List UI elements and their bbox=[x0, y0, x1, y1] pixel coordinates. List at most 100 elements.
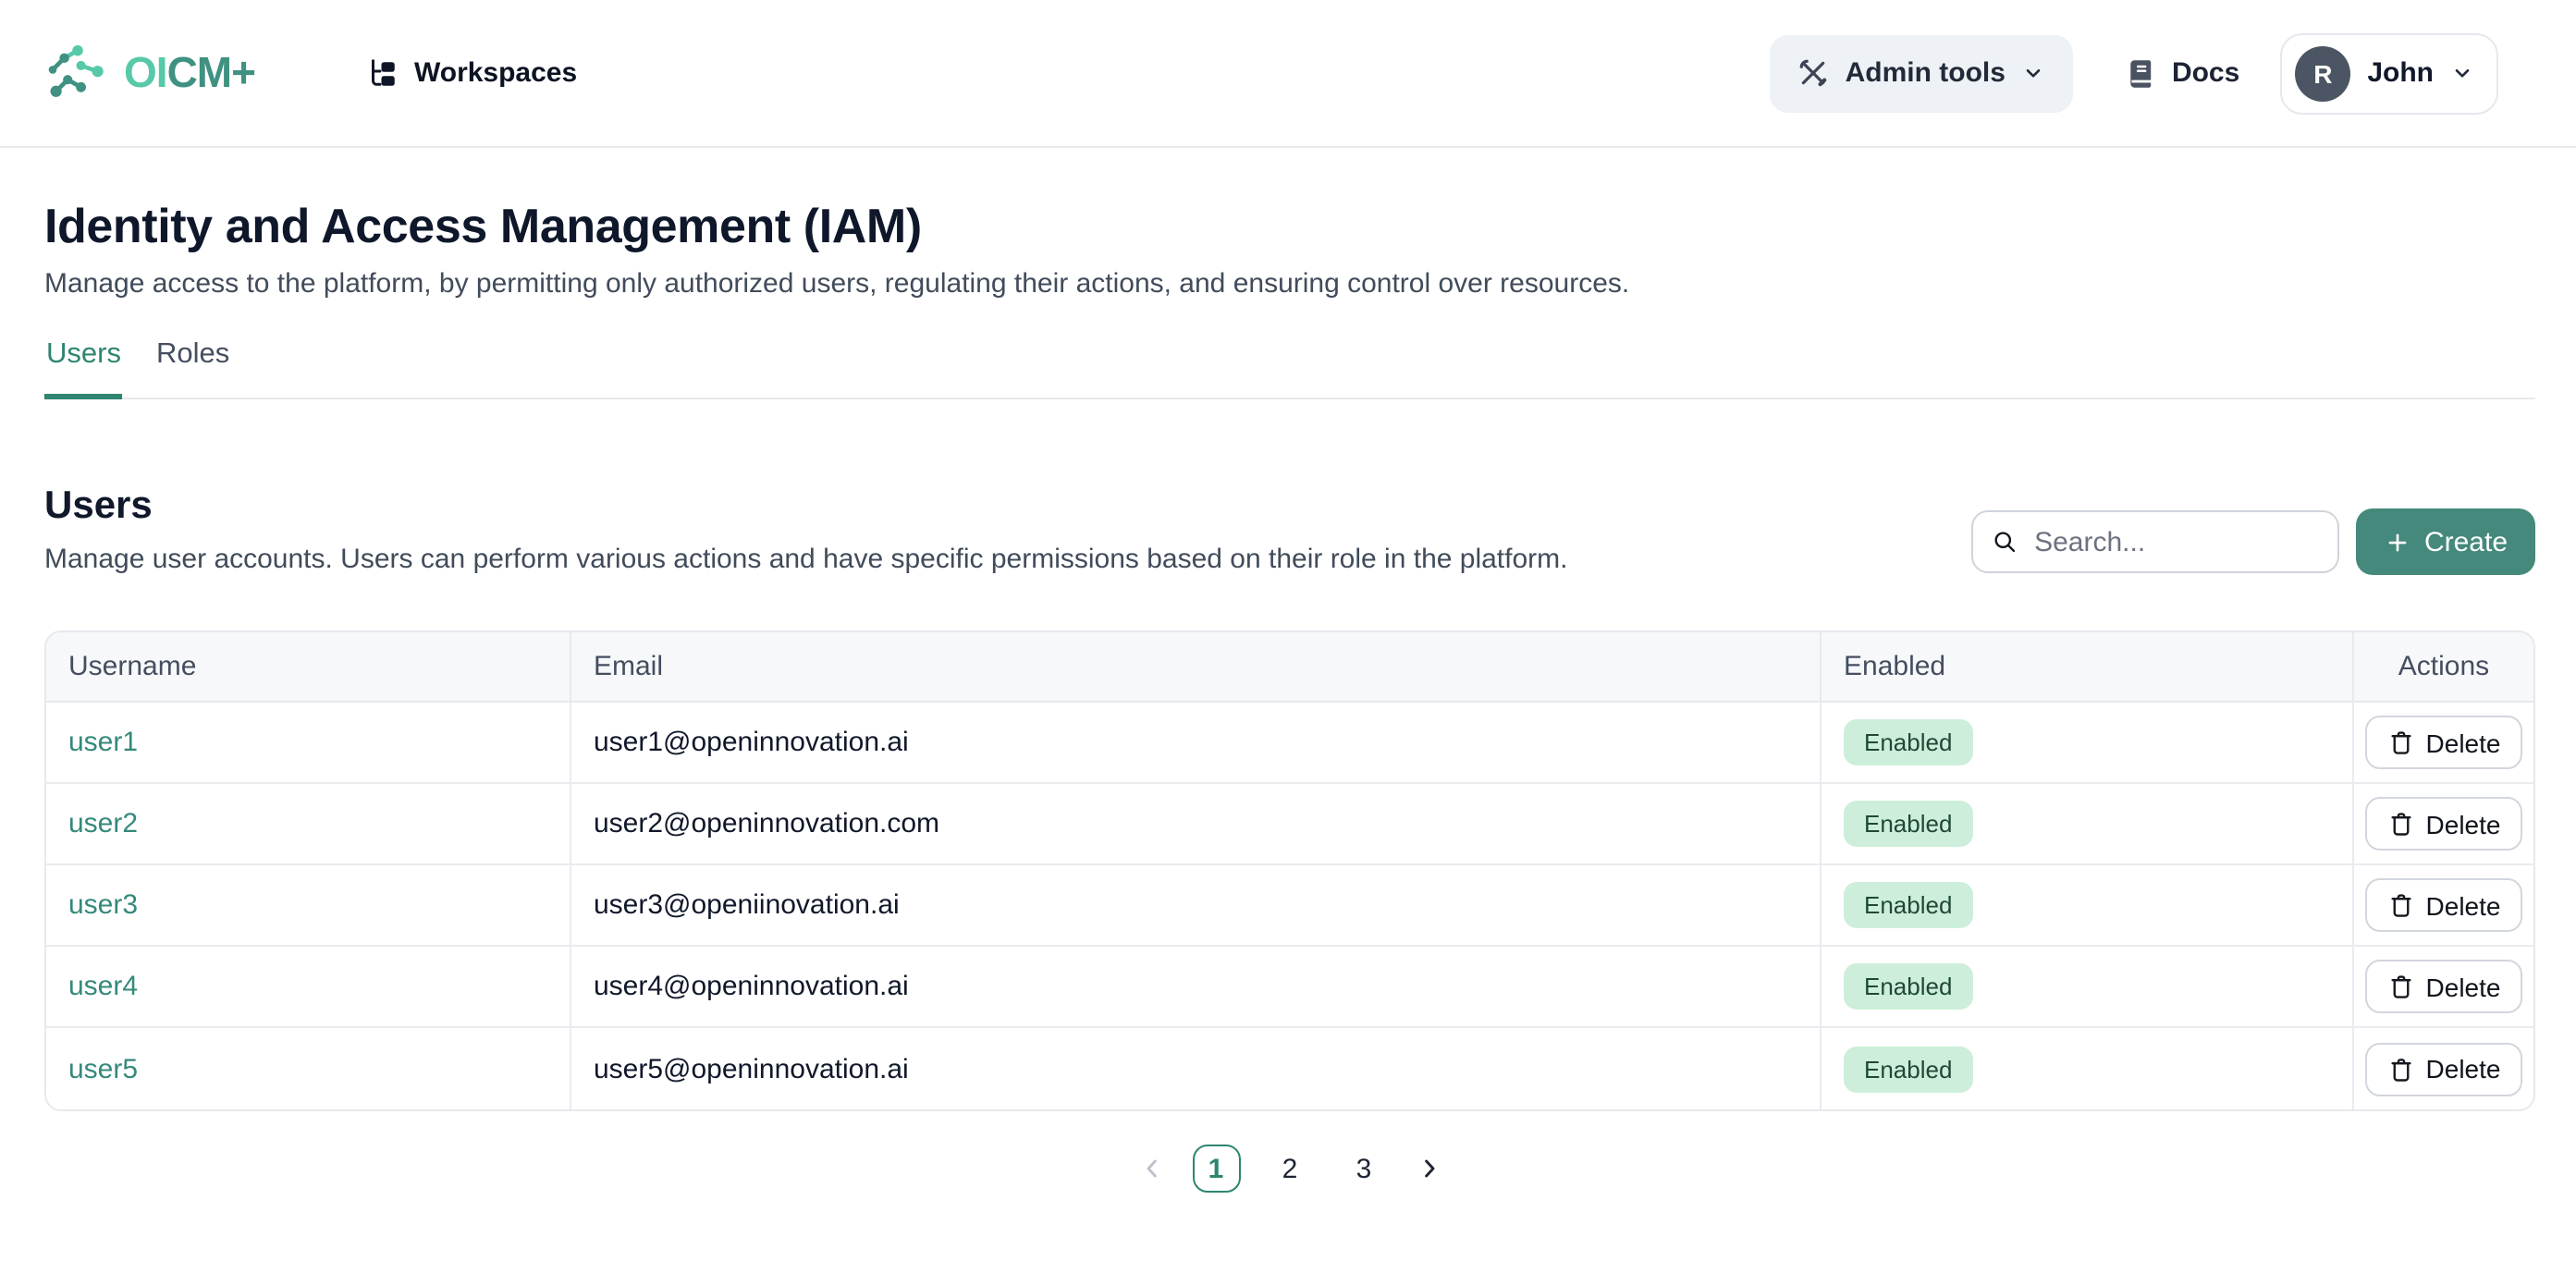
trash-icon bbox=[2387, 728, 2415, 756]
email-text: user5@openinnovation.ai bbox=[594, 1053, 909, 1084]
email-text: user1@openinnovation.ai bbox=[594, 727, 909, 758]
users-table: Username Email Enabled Actions user1 use… bbox=[46, 632, 2533, 1109]
users-table-card: Username Email Enabled Actions user1 use… bbox=[44, 630, 2535, 1111]
trash-icon bbox=[2387, 973, 2415, 1000]
column-header-username: Username bbox=[46, 632, 571, 703]
username-link[interactable]: user3 bbox=[68, 889, 138, 921]
table-row: user5 user5@openinnovation.ai Enabled De… bbox=[46, 1028, 2533, 1109]
email-cell: user4@openinnovation.ai bbox=[571, 947, 1822, 1028]
create-label: Create bbox=[2424, 526, 2508, 557]
delete-label: Delete bbox=[2426, 890, 2501, 920]
enabled-cell: Enabled bbox=[1822, 947, 2354, 1028]
delete-button[interactable]: Delete bbox=[2365, 878, 2523, 932]
search-input[interactable] bbox=[2030, 524, 2319, 559]
chevron-down-icon bbox=[2022, 61, 2046, 85]
column-header-actions: Actions bbox=[2354, 632, 2533, 703]
delete-button[interactable]: Delete bbox=[2365, 797, 2523, 851]
pagination: 123 bbox=[44, 1145, 2535, 1193]
email-cell: user3@openiinovation.ai bbox=[571, 865, 1822, 947]
column-header-enabled: Enabled bbox=[1822, 632, 2354, 703]
table-body: user1 user1@openinnovation.ai Enabled De… bbox=[46, 703, 2533, 1109]
user-menu-button[interactable]: R John bbox=[2280, 32, 2498, 114]
tab-roles[interactable]: Roles bbox=[154, 338, 231, 399]
delete-label: Delete bbox=[2426, 972, 2501, 1001]
delete-button[interactable]: Delete bbox=[2365, 716, 2523, 769]
enabled-cell: Enabled bbox=[1822, 865, 2354, 947]
docs-link[interactable]: Docs bbox=[2126, 56, 2239, 90]
admin-tools-button[interactable]: Admin tools bbox=[1770, 34, 2074, 112]
actions-cell: Delete bbox=[2354, 784, 2533, 865]
username-cell: user1 bbox=[46, 703, 571, 784]
enabled-cell: Enabled bbox=[1822, 784, 2354, 865]
search-box bbox=[1971, 510, 2339, 573]
tools-icon bbox=[1797, 57, 1829, 89]
docs-label: Docs bbox=[2172, 57, 2239, 89]
pagination-page-2[interactable]: 2 bbox=[1266, 1145, 1314, 1193]
actions-cell: Delete bbox=[2354, 1028, 2533, 1109]
users-toolbar: Create bbox=[1971, 508, 2535, 575]
username-link[interactable]: user2 bbox=[68, 808, 138, 839]
section-description: Manage user accounts. Users can perform … bbox=[44, 544, 1568, 575]
users-section-header: Users Manage user accounts. Users can pe… bbox=[44, 484, 2535, 575]
email-cell: user2@openinnovation.com bbox=[571, 784, 1822, 865]
pagination-page-1[interactable]: 1 bbox=[1192, 1145, 1240, 1193]
delete-label: Delete bbox=[2426, 728, 2501, 757]
table-row: user3 user3@openiinovation.ai Enabled De… bbox=[46, 865, 2533, 947]
email-cell: user5@openinnovation.ai bbox=[571, 1028, 1822, 1109]
delete-button[interactable]: Delete bbox=[2365, 1042, 2523, 1096]
column-header-email: Email bbox=[571, 632, 1822, 703]
status-badge: Enabled bbox=[1844, 1046, 1972, 1092]
enabled-cell: Enabled bbox=[1822, 1028, 2354, 1109]
trash-icon bbox=[2387, 891, 2415, 919]
table-header-row: Username Email Enabled Actions bbox=[46, 632, 2533, 703]
tab-users[interactable]: Users bbox=[44, 338, 123, 399]
users-section-text: Users Manage user accounts. Users can pe… bbox=[44, 484, 1568, 575]
status-badge: Enabled bbox=[1844, 801, 1972, 847]
pagination-prev-button[interactable] bbox=[1136, 1154, 1166, 1183]
logo-text: OICM+ bbox=[124, 48, 255, 98]
table-row: user2 user2@openinnovation.com Enabled D… bbox=[46, 784, 2533, 865]
logo[interactable]: OICM+ bbox=[44, 43, 255, 104]
status-badge: Enabled bbox=[1844, 963, 1972, 1010]
delete-label: Delete bbox=[2426, 809, 2501, 839]
iam-page: OICM+ Workspaces bbox=[0, 0, 2576, 1261]
top-navigation-bar: OICM+ Workspaces bbox=[0, 0, 2576, 148]
chevron-down-icon bbox=[2450, 61, 2474, 85]
table-row: user4 user4@openinnovation.ai Enabled De… bbox=[46, 947, 2533, 1028]
username-cell: user3 bbox=[46, 865, 571, 947]
actions-cell: Delete bbox=[2354, 947, 2533, 1028]
nav-workspaces[interactable]: Workspaces bbox=[366, 56, 577, 90]
admin-tools-label: Admin tools bbox=[1846, 57, 2006, 89]
tab-bar: Users Roles bbox=[44, 338, 2535, 399]
username-cell: user2 bbox=[46, 784, 571, 865]
enabled-cell: Enabled bbox=[1822, 703, 2354, 784]
avatar: R bbox=[2295, 45, 2350, 101]
nav-workspaces-label: Workspaces bbox=[414, 57, 577, 89]
email-text: user4@openinnovation.ai bbox=[594, 971, 909, 1002]
page-title: Identity and Access Management (IAM) bbox=[44, 198, 2535, 255]
username-cell: user5 bbox=[46, 1028, 571, 1109]
folder-tree-icon bbox=[366, 56, 399, 90]
main-content: Identity and Access Management (IAM) Man… bbox=[0, 198, 2576, 1193]
chevron-right-icon bbox=[1414, 1154, 1443, 1183]
create-button[interactable]: Create bbox=[2356, 508, 2535, 575]
pagination-next-button[interactable] bbox=[1414, 1154, 1443, 1183]
user-name: John bbox=[2367, 57, 2434, 89]
pagination-page-3[interactable]: 3 bbox=[1340, 1145, 1388, 1193]
username-link[interactable]: user4 bbox=[68, 971, 138, 1002]
email-cell: user1@openinnovation.ai bbox=[571, 703, 1822, 784]
logo-network-icon bbox=[44, 43, 111, 104]
plus-icon bbox=[2384, 528, 2411, 556]
delete-button[interactable]: Delete bbox=[2365, 960, 2523, 1013]
delete-label: Delete bbox=[2426, 1054, 2501, 1083]
actions-cell: Delete bbox=[2354, 703, 2533, 784]
status-badge: Enabled bbox=[1844, 882, 1972, 928]
actions-cell: Delete bbox=[2354, 865, 2533, 947]
trash-icon bbox=[2387, 810, 2415, 838]
username-cell: user4 bbox=[46, 947, 571, 1028]
book-icon bbox=[2126, 56, 2159, 90]
username-link[interactable]: user1 bbox=[68, 727, 138, 758]
username-link[interactable]: user5 bbox=[68, 1053, 138, 1084]
trash-icon bbox=[2387, 1055, 2415, 1083]
search-icon bbox=[1992, 527, 2018, 557]
